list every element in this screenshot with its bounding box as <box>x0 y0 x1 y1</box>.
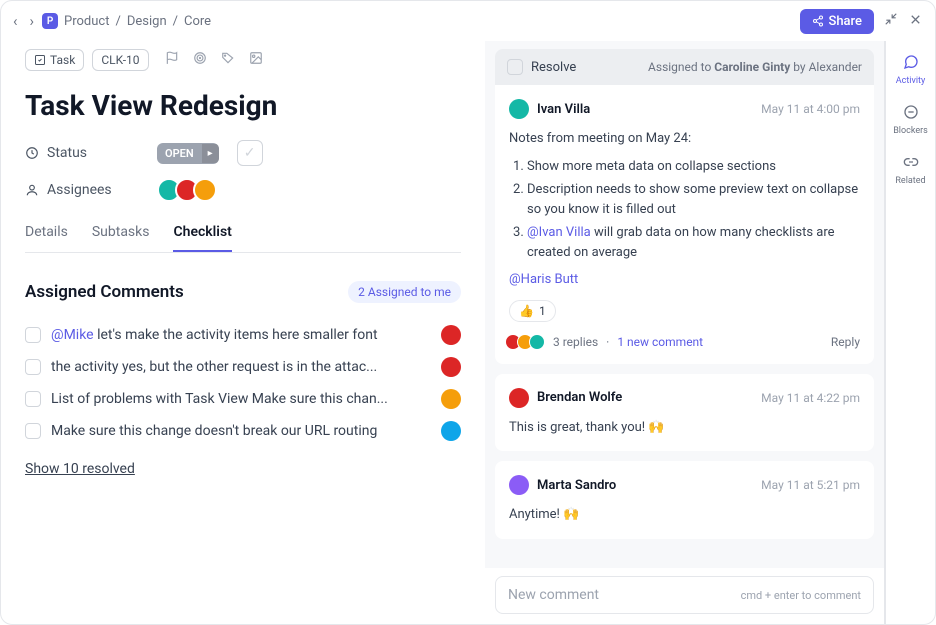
comment-time: May 11 at 4:22 pm <box>761 391 860 405</box>
task-pane: Task CLK-10 Task View Redesign Status OP… <box>1 41 485 624</box>
status-chip[interactable]: OPEN ▸ <box>157 143 219 164</box>
comment: Ivan Villa May 11 at 4:00 pm Notes from m… <box>495 85 874 364</box>
user-icon <box>25 183 39 197</box>
topbar: ‹ › P Product / Design / Core Share <box>1 1 935 41</box>
assignees-label: Assignees <box>47 182 112 198</box>
link-icon <box>903 154 919 174</box>
checkbox[interactable] <box>25 423 41 439</box>
new-comment-input[interactable]: New comment cmd + enter to comment <box>495 576 874 614</box>
status-label: Status <box>47 145 87 161</box>
reply-button[interactable]: Reply <box>831 335 860 349</box>
minimize-icon[interactable] <box>884 12 898 30</box>
list-item[interactable]: @Mike let's make the activity items here… <box>25 319 461 351</box>
close-icon[interactable] <box>908 12 923 31</box>
checkbox[interactable] <box>25 359 41 375</box>
comment: Brendan Wolfe May 11 at 4:22 pm This is g… <box>495 374 874 452</box>
assigned-comments-heading: Assigned Comments <box>25 282 184 302</box>
list-item[interactable]: List of problems with Task View Make sur… <box>25 383 461 415</box>
show-resolved-link[interactable]: Show 10 resolved <box>25 461 461 477</box>
avatar <box>509 475 529 495</box>
sidebar-item-activity[interactable]: Activity <box>886 51 935 89</box>
assigned-count-badge: 2 Assigned to me <box>348 281 461 303</box>
share-icon <box>812 15 824 27</box>
resolve-label: Resolve <box>531 60 576 75</box>
chat-icon <box>903 54 919 74</box>
crumb-design[interactable]: Design <box>127 14 167 29</box>
checkbox[interactable] <box>25 327 41 343</box>
share-button[interactable]: Share <box>800 9 874 34</box>
resolve-checkbox[interactable] <box>507 59 523 75</box>
assignee-avatars[interactable] <box>157 178 217 202</box>
flag-icon[interactable] <box>165 51 179 69</box>
replies-count[interactable]: 3 replies <box>553 335 598 349</box>
reaction-chip[interactable]: 👍1 <box>509 300 556 322</box>
tag-icon[interactable] <box>221 51 235 69</box>
avatar <box>441 421 461 441</box>
composer-hint: cmd + enter to comment <box>741 589 861 602</box>
avatar <box>509 99 529 119</box>
mention-link[interactable]: @Haris Butt <box>509 272 578 287</box>
comment: Marta Sandro May 11 at 5:21 pm Anytime! 🙌 <box>495 461 874 539</box>
activity-pane: Resolve Assigned to Caroline Ginty by Al… <box>485 41 885 624</box>
image-icon[interactable] <box>249 51 263 69</box>
assigned-comments-list: @Mike let's make the activity items here… <box>25 319 461 447</box>
block-icon <box>903 104 919 124</box>
check-square-icon <box>34 54 46 66</box>
crumb-core[interactable]: Core <box>184 14 211 29</box>
right-rail: Activity Blockers Related <box>885 41 935 624</box>
task-title: Task View Redesign <box>25 89 461 122</box>
checkbox[interactable] <box>25 391 41 407</box>
comment-author: Marta Sandro <box>537 478 616 493</box>
tab-checklist[interactable]: Checklist <box>173 214 231 252</box>
resolve-bar: Resolve Assigned to Caroline Ginty by Al… <box>495 49 874 85</box>
task-id-chip[interactable]: CLK-10 <box>92 49 148 71</box>
comment-body: This is great, thank you! 🙌 <box>509 418 860 438</box>
project-icon: P <box>42 13 58 29</box>
comment-body: Anytime! 🙌 <box>509 505 860 525</box>
comment-time: May 11 at 4:00 pm <box>761 102 860 116</box>
nav-forward-icon[interactable]: › <box>30 12 35 30</box>
list-item[interactable]: Make sure this change doesn't break our … <box>25 415 461 447</box>
task-type-chip[interactable]: Task <box>25 49 84 71</box>
sidebar-item-related[interactable]: Related <box>886 151 935 189</box>
status-icon <box>25 146 39 160</box>
comment-author: Brendan Wolfe <box>537 390 622 405</box>
nav-back-icon[interactable]: ‹ <box>13 12 18 30</box>
complete-checkbox[interactable]: ✓ <box>237 140 263 166</box>
crumb-product[interactable]: Product <box>64 14 109 29</box>
new-comment-link[interactable]: 1 new comment <box>617 335 703 349</box>
avatar <box>509 388 529 408</box>
comment-author: Ivan Villa <box>537 102 590 117</box>
comment-body: Notes from meeting on May 24: Show more … <box>509 129 860 290</box>
target-icon[interactable] <box>193 51 207 69</box>
breadcrumb: P Product / Design / Core <box>42 13 211 29</box>
avatar <box>441 389 461 409</box>
sidebar-item-blockers[interactable]: Blockers <box>886 101 935 139</box>
list-item[interactable]: the activity yes, but the other request … <box>25 351 461 383</box>
avatar <box>441 325 461 345</box>
avatar <box>441 357 461 377</box>
comment-time: May 11 at 5:21 pm <box>761 478 860 492</box>
tab-subtasks[interactable]: Subtasks <box>92 214 150 252</box>
tab-details[interactable]: Details <box>25 214 68 252</box>
assigned-info: Assigned to Caroline Ginty by Alexander <box>648 60 862 74</box>
